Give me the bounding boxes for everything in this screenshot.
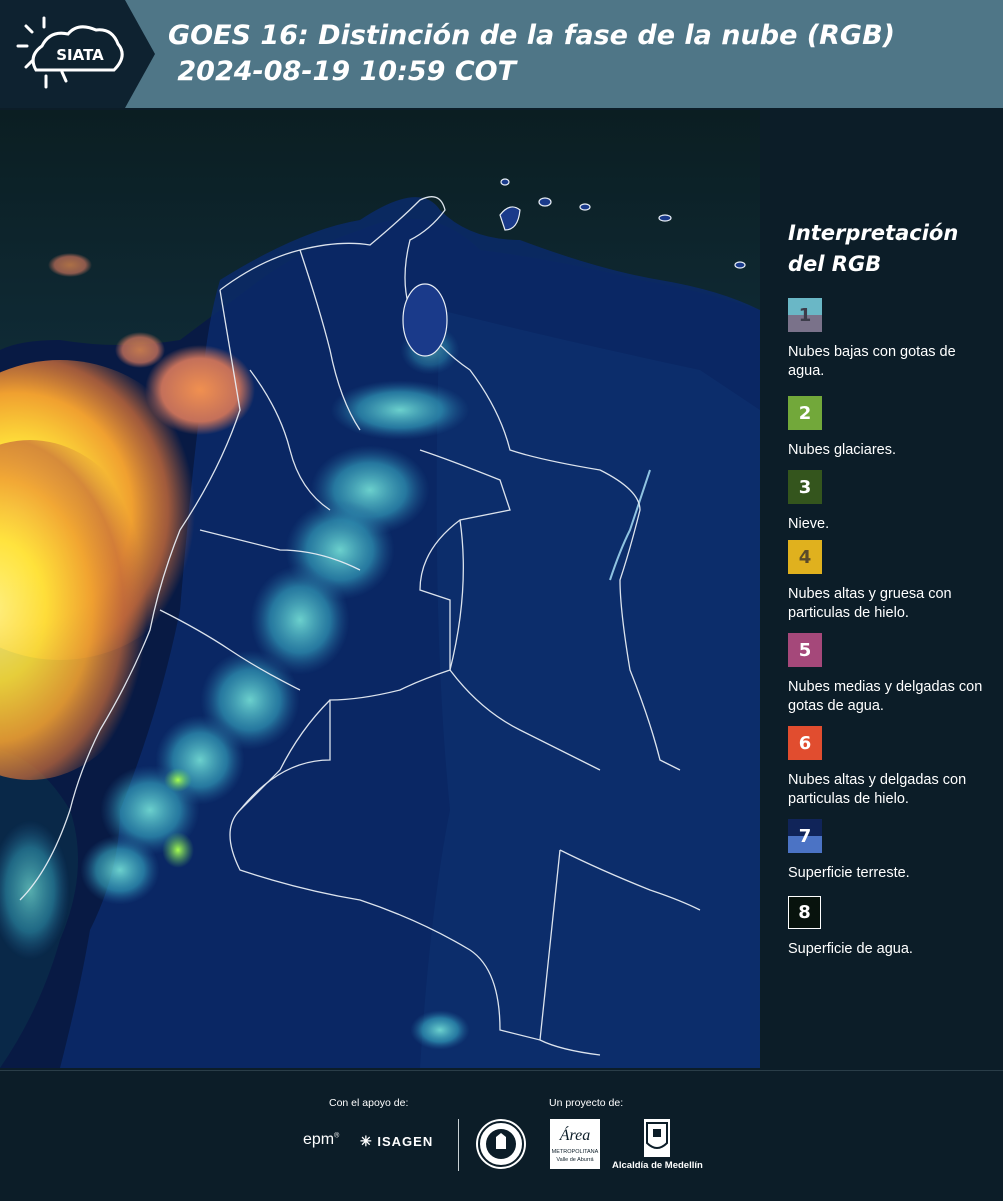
medellin-seal-icon: [476, 1119, 526, 1169]
legend-swatch: 2: [788, 396, 822, 430]
legend-item-7: 7 Superficie terreste.: [788, 819, 988, 883]
legend-swatch: 8: [788, 896, 821, 929]
support-label: Con el apoyo de:: [329, 1097, 409, 1109]
satellite-map[interactable]: [0, 110, 760, 1068]
svg-text:SIATA: SIATA: [56, 46, 104, 64]
legend-item-5: 5 Nubes medias y delgadas con gotas de a…: [788, 633, 988, 716]
legend-label: Nieve.: [788, 516, 830, 532]
title-line-2: 2024-08-19 10:59 COT: [168, 56, 517, 87]
isagen-star-icon: ✳: [360, 1133, 373, 1149]
legend-swatch: 5: [788, 633, 822, 667]
legend-title: Interpretación del RGB: [788, 221, 959, 276]
legend-item-3: 3 Nieve.: [788, 470, 988, 534]
project-label: Un proyecto de:: [549, 1097, 624, 1109]
alcaldia-shield-icon: [644, 1119, 670, 1157]
legend-label: Nubes altas y delgadas con particulas de…: [788, 772, 967, 807]
page-title: GOES 16: Distinción de la fase de la nub…: [168, 18, 895, 90]
legend-swatch: 3: [788, 470, 822, 504]
legend-label: Superficie terreste.: [788, 865, 910, 881]
footer-divider: [458, 1119, 459, 1171]
legend-swatch: 6: [788, 726, 822, 760]
footer: Con el apoyo de: Un proyecto de: epm® ✳ …: [0, 1070, 1003, 1201]
legend-label: Nubes bajas con gotas de agua.: [788, 344, 956, 379]
legend-item-1: 1 Nubes bajas con gotas de agua.: [788, 298, 988, 381]
legend-swatch: 4: [788, 540, 822, 574]
siata-logo: SIATA: [0, 0, 155, 108]
title-line-1: GOES 16: Distinción de la fase de la nub…: [168, 20, 895, 51]
isagen-logo: ✳ ISAGEN: [360, 1133, 434, 1149]
epm-logo: epm®: [303, 1131, 340, 1148]
legend-item-4: 4 Nubes altas y gruesa con particulas de…: [788, 540, 988, 623]
legend-item-8: 8 Superficie de agua.: [788, 896, 988, 959]
header-band: SIATA GOES 16: Distinción de la fase de …: [0, 0, 1003, 108]
legend-swatch: 7: [788, 819, 822, 853]
legend-label: Nubes medias y delgadas con gotas de agu…: [788, 679, 983, 714]
legend-label: Nubes altas y gruesa con particulas de h…: [788, 586, 952, 621]
legend-label: Nubes glaciares.: [788, 442, 896, 458]
alcaldia-label: Alcaldía de Medellín: [612, 1160, 703, 1171]
legend-panel: Interpretación del RGB 1 Nubes bajas con…: [760, 110, 1003, 1068]
satellite-image: [0, 110, 760, 1068]
area-metropolitana-logo: Área METROPOLITANA Valle de Aburrá: [550, 1119, 600, 1169]
legend-label: Superficie de agua.: [788, 941, 913, 957]
legend-item-2: 2 Nubes glaciares.: [788, 396, 988, 460]
legend-swatch: 1: [788, 298, 822, 332]
legend-item-6: 6 Nubes altas y delgadas con particulas …: [788, 726, 988, 809]
